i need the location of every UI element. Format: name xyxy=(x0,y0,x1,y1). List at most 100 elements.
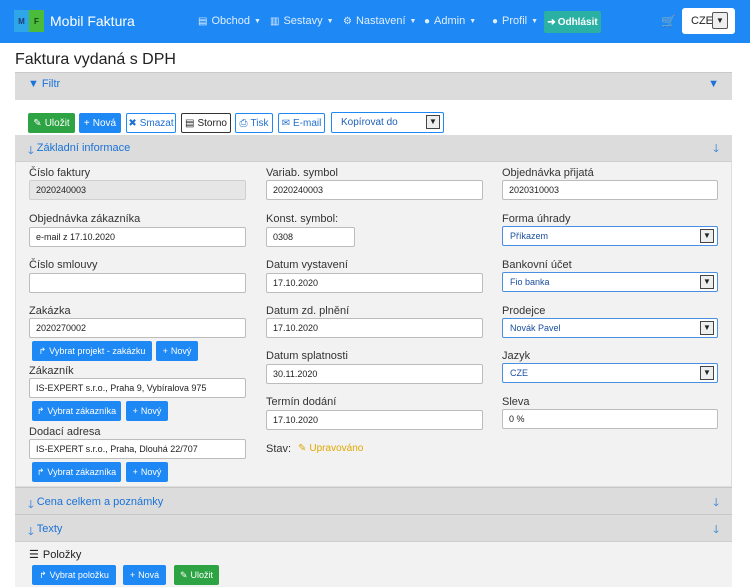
select-project-button[interactable]: ↱ Vybrat projekt - zakázku xyxy=(32,341,152,361)
filter-icon: ▼ xyxy=(28,78,39,90)
copy-to-value: Kopírovat do xyxy=(341,117,398,128)
nav-sestavy[interactable]: ▥ Sestavy ▼ xyxy=(270,15,334,27)
language-value: CZE xyxy=(691,15,713,27)
storno-button[interactable]: ▤ Storno xyxy=(181,113,231,133)
bank-value: Fio banka xyxy=(510,277,550,287)
share-icon: ↱ xyxy=(36,466,45,477)
logout-label: Odhlásit xyxy=(557,16,598,28)
share-icon: ↱ xyxy=(36,405,45,416)
due-date-label: Datum splatnosti xyxy=(266,350,348,362)
arrow-down-icon[interactable]: 🡓 xyxy=(713,494,719,513)
nav-obchod[interactable]: ▤ Obchod ▼ xyxy=(198,15,261,27)
language-select-field[interactable]: CZE ▼ xyxy=(502,363,718,383)
bank-select[interactable]: Fio banka ▼ xyxy=(502,272,718,292)
select-delivery-label: Vybrat zákazníka xyxy=(47,467,117,477)
nav-admin-label: Admin xyxy=(434,15,466,27)
arrow-down-icon[interactable]: 🡓 xyxy=(713,521,719,540)
seller-value: Novák Pavel xyxy=(510,323,561,333)
seller-select[interactable]: Novák Pavel ▼ xyxy=(502,318,718,338)
caret-down-icon: ▼ xyxy=(469,17,477,25)
new-project-label: Nový xyxy=(170,346,192,356)
new-button[interactable]: + Nová xyxy=(79,113,121,133)
new-item-label: Nová xyxy=(138,570,160,580)
cart-icon[interactable]: 🛒 xyxy=(661,14,676,28)
texts-section-title: Texty xyxy=(36,523,63,535)
user-icon: ● xyxy=(492,15,499,27)
arrow-down-icon[interactable]: 🡓 xyxy=(713,140,719,159)
arrow-down-icon: 🡓 xyxy=(28,526,34,538)
chevron-down-icon: ▼ xyxy=(700,229,714,243)
language-select[interactable]: CZE ▼ xyxy=(682,8,735,34)
bank-label: Bankovní účet xyxy=(502,259,572,271)
edit-icon: ✎ xyxy=(33,117,42,129)
filter-toggle-icon[interactable]: ▼ xyxy=(708,78,719,90)
items-title: ☰ Položky xyxy=(29,548,82,562)
print-button[interactable]: ⎙ Tisk xyxy=(235,113,273,133)
status-label: Stav: xyxy=(266,443,292,455)
edit-icon: ✎ xyxy=(298,443,307,454)
texts-section-header[interactable]: 🡓 Texty 🡓 xyxy=(15,514,732,541)
caret-down-icon: ▼ xyxy=(531,17,539,25)
new-delivery-button[interactable]: + Nový xyxy=(126,462,168,482)
print-icon: ⎙ xyxy=(239,117,248,129)
caret-down-icon: ▼ xyxy=(409,17,417,25)
customer-field[interactable]: IS-EXPERT s.r.o., Praha 9, Vybíralova 97… xyxy=(29,378,246,398)
language-label: Jazyk xyxy=(502,350,531,362)
chevron-down-icon: ▼ xyxy=(700,366,714,380)
var-symbol-field[interactable]: 2020240003 xyxy=(266,180,483,200)
app-logo[interactable]: M F xyxy=(14,10,44,32)
delivery-date-field[interactable]: 17.10.2020 xyxy=(266,410,483,430)
save-label: Uložit xyxy=(44,117,70,129)
select-item-button[interactable]: ↱ Vybrat položku xyxy=(32,565,116,585)
chevron-down-icon: ▼ xyxy=(700,275,714,289)
nav-profil[interactable]: ● Profil ▼ xyxy=(492,15,538,27)
email-button[interactable]: ✉ E-mail xyxy=(278,113,325,133)
nav-nastaveni[interactable]: ⚙ Nastavení ▼ xyxy=(343,15,416,27)
basic-info-header[interactable]: 🡓 Základní informace 🡓 xyxy=(15,135,732,162)
nav-admin[interactable]: ● Admin ▼ xyxy=(424,15,476,27)
customer-order-field[interactable]: e-mail z 17.10.2020 xyxy=(29,227,246,247)
basic-info-title: Základní informace xyxy=(36,142,131,154)
delete-button[interactable]: ✖ Smazat xyxy=(126,113,176,133)
contract-field[interactable] xyxy=(29,273,246,293)
total-section-header[interactable]: 🡓 Cena celkem a poznámky 🡓 xyxy=(15,487,732,514)
logout-button[interactable]: ➜ Odhlásit xyxy=(544,11,601,33)
received-order-field[interactable]: 2020310003 xyxy=(502,180,718,200)
filter-bar[interactable]: ▼ Filtr ▼ xyxy=(15,72,732,100)
print-label: Tisk xyxy=(250,117,269,129)
delivery-label: Dodací adresa xyxy=(29,426,101,438)
const-symbol-field[interactable]: 0308 xyxy=(266,227,355,247)
status-text: Upravováno xyxy=(309,443,364,454)
logo-f: F xyxy=(29,10,44,32)
tax-date-field[interactable]: 17.10.2020 xyxy=(266,318,483,338)
delivery-field[interactable]: IS-EXPERT s.r.o., Praha, Dlouhá 22/707 xyxy=(29,439,246,459)
save-button[interactable]: ✎ Uložit xyxy=(28,113,75,133)
new-project-button[interactable]: + Nový xyxy=(156,341,198,361)
caret-down-icon: ▼ xyxy=(326,17,334,25)
discount-label: Sleva xyxy=(502,396,530,408)
delete-label: Smazat xyxy=(139,117,174,129)
const-symbol-label: Konst. symbol: xyxy=(266,213,339,225)
brand-name[interactable]: Mobil Faktura xyxy=(50,13,135,29)
contract-label: Číslo smlouvy xyxy=(29,259,98,271)
discount-field[interactable]: 0 % xyxy=(502,409,718,429)
select-customer-button[interactable]: ↱ Vybrat zákazníka xyxy=(32,401,121,421)
share-icon: ↱ xyxy=(39,569,47,580)
top-navbar: M F Mobil Faktura ▤ Obchod ▼ ▥ Sestavy ▼… xyxy=(0,0,750,43)
filter-label: Filtr xyxy=(41,78,61,90)
due-date-field[interactable]: 30.11.2020 xyxy=(266,364,483,384)
save-items-button[interactable]: ✎ Uložit xyxy=(174,565,219,585)
nav-sestavy-label: Sestavy xyxy=(283,15,323,27)
seller-label: Prodejce xyxy=(502,305,546,317)
status-badge: ✎ Upravováno xyxy=(298,443,363,454)
plus-icon: + xyxy=(132,467,138,477)
project-field[interactable]: 2020270002 xyxy=(29,318,246,338)
issue-date-field[interactable]: 17.10.2020 xyxy=(266,273,483,293)
nav-obchod-label: Obchod xyxy=(211,15,250,27)
new-item-button[interactable]: + Nová xyxy=(123,565,166,585)
payment-select[interactable]: Příkazem ▼ xyxy=(502,226,718,246)
new-customer-button[interactable]: + Nový xyxy=(126,401,168,421)
items-title-label: Položky xyxy=(42,548,82,561)
select-delivery-button[interactable]: ↱ Vybrat zákazníka xyxy=(32,462,121,482)
copy-to-select[interactable]: Kopírovat do ▼ xyxy=(331,112,444,133)
